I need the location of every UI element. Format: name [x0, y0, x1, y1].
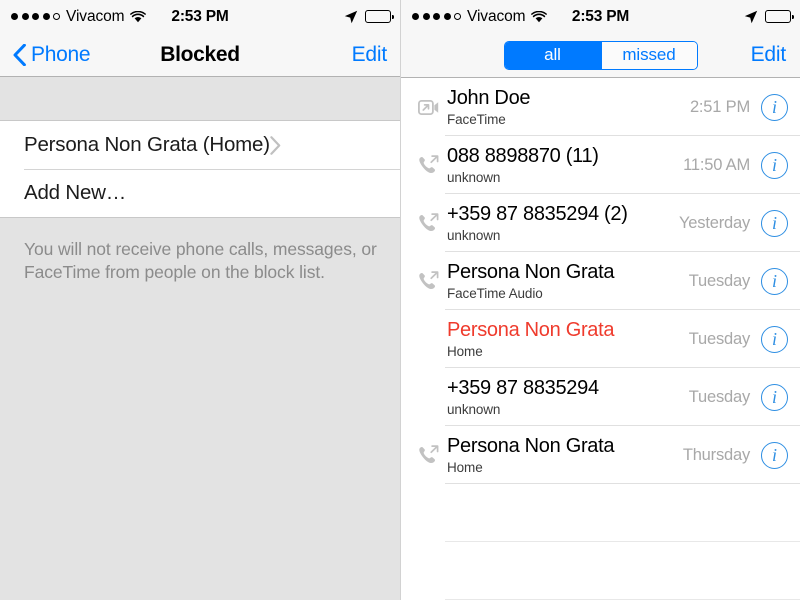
call-subtitle: unknown: [447, 227, 501, 243]
status-bar-indicators-right: [744, 10, 794, 24]
call-text-group: John Doe FaceTime: [445, 87, 690, 128]
call-timestamp: Tuesday: [688, 271, 750, 290]
info-button[interactable]: i: [761, 151, 788, 179]
call-name: Persona Non Grata: [447, 318, 615, 341]
footer-note-line-1: You will not receive phone calls, messag…: [24, 239, 377, 259]
call-timestamp: 2:51 PM: [689, 97, 750, 116]
call-subtitle: Home: [447, 343, 483, 359]
call-text-group: 088 8898870 (11) unknown: [445, 145, 683, 186]
outgoing-call-icon: [411, 213, 445, 233]
call-name: 088 8898870 (11): [447, 144, 599, 167]
blocked-settings-screen: Vivacom 2:53 PM Phone Blocked Edit Perso…: [0, 0, 400, 600]
video-call-icon: [411, 99, 445, 115]
location-arrow-icon: [744, 10, 758, 24]
call-row[interactable]: Persona Non Grata FaceTime Audio Tuesday…: [401, 252, 800, 310]
call-timestamp: Tuesday: [688, 387, 750, 406]
edit-button-right[interactable]: Edit: [751, 43, 787, 67]
signal-strength-dots-icon: [412, 13, 461, 20]
back-button-phone[interactable]: Phone: [13, 42, 91, 67]
wifi-icon: [130, 10, 147, 23]
status-bar-left: Vivacom 2:53 PM: [0, 0, 400, 33]
call-name: Persona Non Grata: [447, 260, 615, 283]
recents-filter-bar: all missed Edit: [401, 33, 800, 78]
call-name: +359 87 8835294 (2): [447, 202, 628, 225]
empty-list-row: [401, 484, 800, 542]
call-subtitle: FaceTime Audio: [447, 285, 543, 301]
call-text-group: +359 87 8835294 (2) unknown: [445, 203, 679, 244]
navigation-bar-left: Phone Blocked Edit: [0, 33, 400, 77]
back-button-label: Phone: [31, 42, 91, 66]
blocked-contact-label: Persona Non Grata (Home): [24, 133, 270, 156]
footer-note-line-2: FaceTime from people on the block list.: [24, 262, 325, 282]
segment-all[interactable]: all: [504, 41, 601, 69]
carrier-name: Vivacom: [467, 7, 526, 25]
call-subtitle: unknown: [447, 401, 501, 417]
chevron-right-icon: [270, 135, 281, 155]
chevron-left-icon: [13, 43, 26, 66]
call-timestamp: 11:50 AM: [683, 155, 750, 174]
info-button[interactable]: i: [761, 325, 788, 353]
call-row[interactable]: 088 8898870 (11) unknown 11:50 AM i: [401, 136, 800, 194]
outgoing-call-icon: [411, 445, 445, 465]
call-row[interactable]: Persona Non Grata Home Thursday i: [401, 426, 800, 484]
battery-icon: [365, 10, 394, 23]
edit-button-left[interactable]: Edit: [352, 43, 388, 67]
call-row[interactable]: +359 87 8835294 unknown Tuesday i: [401, 368, 800, 426]
call-name: John Doe: [447, 86, 531, 109]
call-text-group: Persona Non Grata FaceTime Audio: [445, 261, 689, 302]
info-button[interactable]: i: [761, 93, 788, 121]
status-bar-carrier-group-right: Vivacom: [412, 7, 548, 26]
add-new-row[interactable]: Add New…: [0, 169, 400, 217]
status-bar-right: Vivacom 2:53 PM: [401, 0, 800, 33]
call-name: +359 87 8835294: [447, 376, 599, 399]
blocked-contact-row[interactable]: Persona Non Grata (Home): [0, 121, 400, 169]
call-text-group: Persona Non Grata Home: [445, 319, 689, 360]
call-subtitle: Home: [447, 459, 483, 475]
outgoing-call-icon: [411, 155, 445, 175]
section-spacer-top: [0, 77, 400, 121]
call-name: Persona Non Grata: [447, 434, 615, 457]
status-bar-carrier-group: Vivacom: [11, 7, 147, 26]
info-button[interactable]: i: [761, 209, 788, 237]
segment-missed[interactable]: missed: [600, 41, 697, 69]
carrier-name: Vivacom: [66, 7, 125, 25]
call-timestamp: Tuesday: [688, 329, 750, 348]
empty-list-row: [401, 542, 800, 600]
blocked-footer-note: You will not receive phone calls, messag…: [0, 218, 400, 284]
info-button[interactable]: i: [761, 383, 788, 411]
outgoing-call-icon: [411, 271, 445, 291]
call-timestamp: Thursday: [682, 445, 750, 464]
blocked-contacts-list: Persona Non Grata (Home) Add New…: [0, 121, 400, 218]
recent-calls-screen: Vivacom 2:53 PM all missed Edit John Doe…: [400, 0, 800, 600]
signal-strength-dots-icon: [11, 13, 60, 20]
wifi-icon: [531, 10, 548, 23]
call-row[interactable]: John Doe FaceTime 2:51 PM i: [401, 78, 800, 136]
call-text-group: Persona Non Grata Home: [445, 435, 683, 476]
info-button[interactable]: i: [761, 441, 788, 469]
call-text-group: +359 87 8835294 unknown: [445, 377, 689, 418]
info-button[interactable]: i: [761, 267, 788, 295]
call-subtitle: unknown: [447, 169, 501, 185]
call-row-missed[interactable]: Persona Non Grata Home Tuesday i: [401, 310, 800, 368]
segmented-control-call-filter[interactable]: all missed: [503, 40, 698, 70]
call-row[interactable]: +359 87 8835294 (2) unknown Yesterday i: [401, 194, 800, 252]
recent-calls-list: John Doe FaceTime 2:51 PM i 088 8898870 …: [401, 78, 800, 600]
status-bar-indicators: [344, 10, 394, 24]
dual-screenshot-container: Vivacom 2:53 PM Phone Blocked Edit Perso…: [0, 0, 800, 600]
battery-icon: [765, 10, 794, 23]
location-arrow-icon: [344, 10, 358, 24]
call-timestamp: Yesterday: [679, 213, 750, 232]
call-subtitle: FaceTime: [447, 111, 506, 127]
add-new-label: Add New…: [24, 181, 127, 204]
